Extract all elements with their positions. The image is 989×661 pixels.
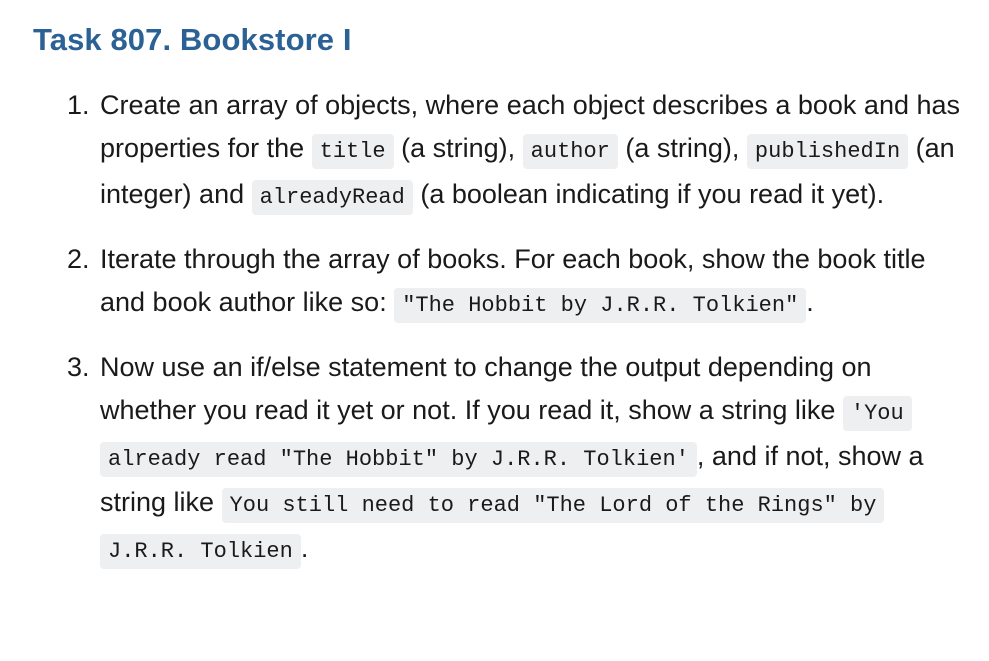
task-item-1: 1. Create an array of objects, where eac… bbox=[67, 84, 960, 219]
code-author: author bbox=[522, 134, 618, 169]
task-text: . bbox=[300, 533, 309, 563]
task-text: . bbox=[806, 287, 814, 317]
task-text: Now use an if/else statement to change t… bbox=[100, 352, 872, 425]
list-number: 1. bbox=[67, 90, 90, 120]
task-list: 1. Create an array of objects, where eac… bbox=[67, 84, 960, 592]
code-example-output: "The Hobbit by J.R.R. Tolkien" bbox=[394, 288, 807, 323]
task-item-3: 3. Now use an if/else statement to chang… bbox=[67, 346, 960, 573]
page-title: Task 807. Bookstore I bbox=[33, 22, 352, 57]
list-number: 2. bbox=[67, 244, 90, 274]
code-published-in: publishedIn bbox=[746, 134, 909, 169]
code-already-read: alreadyRead bbox=[251, 180, 413, 215]
task-text: (a string), bbox=[393, 133, 523, 163]
code-title: title bbox=[311, 134, 394, 169]
task-item-2: 2. Iterate through the array of books. F… bbox=[67, 238, 960, 327]
list-number: 3. bbox=[67, 352, 90, 382]
task-text: (a boolean indicating if you read it yet… bbox=[412, 179, 885, 209]
task-text: (a string), bbox=[617, 133, 747, 163]
